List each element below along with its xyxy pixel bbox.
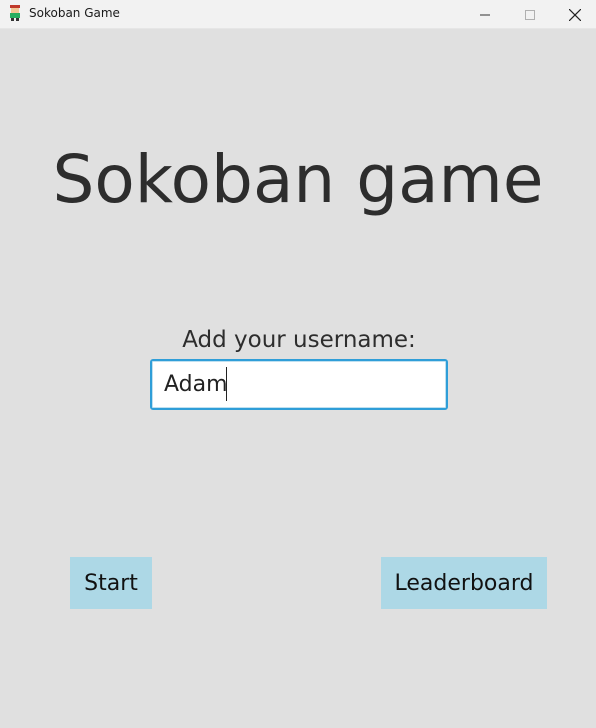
text-caret xyxy=(226,367,227,401)
minimize-icon xyxy=(480,14,490,15)
username-input[interactable] xyxy=(150,359,448,410)
main-panel: Sokoban game Add your username: Start Le… xyxy=(0,29,596,728)
title-bar: Sokoban Game xyxy=(0,0,596,29)
page-title: Sokoban game xyxy=(52,141,544,218)
minimize-button[interactable] xyxy=(462,0,508,29)
start-button[interactable]: Start xyxy=(70,557,152,609)
sokoban-app-icon xyxy=(10,5,20,21)
window-title: Sokoban Game xyxy=(29,6,120,20)
maximize-icon xyxy=(525,9,535,20)
close-button[interactable] xyxy=(552,0,596,29)
close-icon xyxy=(569,8,581,21)
username-label: Add your username: xyxy=(182,327,416,353)
maximize-button[interactable] xyxy=(507,0,553,29)
leaderboard-button[interactable]: Leaderboard xyxy=(381,557,547,609)
